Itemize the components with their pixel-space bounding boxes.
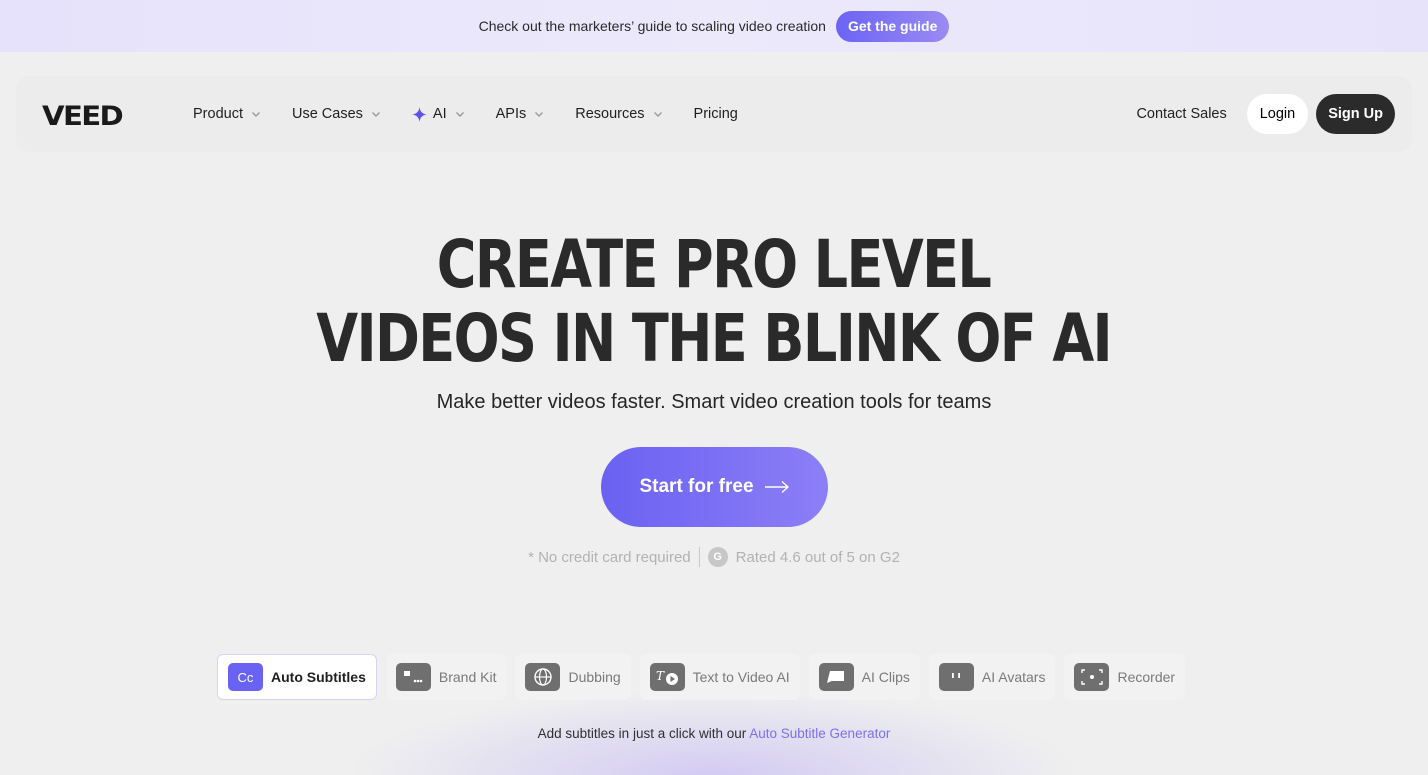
cc-icon: Cc — [228, 663, 263, 691]
tab-label: Dubbing — [568, 669, 621, 685]
contact-sales-link[interactable]: Contact Sales — [1136, 106, 1226, 122]
nav-item-label: Pricing — [693, 106, 738, 122]
tool-description: Add subtitles in just a click with our A… — [0, 726, 1428, 741]
rating-text: Rated 4.6 out of 5 on G2 — [735, 548, 900, 566]
tab-label: Brand Kit — [438, 669, 497, 685]
banner-text: Check out the marketers’ guide to scalin… — [478, 18, 826, 34]
login-button[interactable]: Login — [1246, 94, 1309, 134]
chevron-down-icon — [455, 112, 464, 117]
nav-item-label: Resources — [575, 106, 645, 122]
arrow-right-icon — [764, 480, 789, 494]
g2-icon: G — [707, 547, 728, 567]
tab-label: Text to Video AI — [692, 669, 790, 685]
cta-label: Start for free — [639, 476, 754, 497]
trust-line: * No credit card required G Rated 4.6 ou… — [0, 547, 1428, 567]
navbar: VEED Product Use Cases AI APIs Resources… — [16, 76, 1412, 152]
tab-label: Auto Subtitles — [271, 669, 366, 685]
tab-dubbing[interactable]: Dubbing — [515, 654, 631, 700]
divider — [698, 547, 700, 567]
hero-subtitle: Make better videos faster. Smart video c… — [436, 391, 992, 413]
promo-banner: Check out the marketers’ guide to scalin… — [0, 0, 1428, 52]
tab-text-to-video-ai[interactable]: T Text to Video AI — [639, 654, 800, 700]
sparkle-icon — [411, 106, 427, 122]
nav-item-use-cases[interactable]: Use Cases — [292, 106, 382, 122]
nav-item-label: Product — [193, 106, 243, 122]
tab-brand-kit[interactable]: Brand Kit — [385, 654, 507, 700]
tab-ai-clips[interactable]: AI Clips — [808, 654, 920, 700]
nav-links: Product Use Cases AI APIs Resources Pric… — [193, 76, 768, 152]
tool-description-text: Add subtitles in just a click with our — [537, 726, 747, 741]
tab-label: Recorder — [1117, 669, 1176, 685]
hero-title: CREATE PRO LEVEL VIDEOS IN THE BLINK OF … — [0, 228, 1428, 376]
nav-item-label: AI — [432, 106, 447, 122]
recorder-icon — [1074, 663, 1110, 691]
no-credit-card-note: * No credit card required — [528, 548, 691, 566]
chevron-down-icon — [371, 112, 380, 117]
nav-item-label: APIs — [495, 106, 527, 122]
globe-icon — [525, 663, 561, 691]
chevron-down-icon — [653, 112, 662, 117]
nav-item-product[interactable]: Product — [193, 106, 262, 122]
tab-label: AI Avatars — [981, 669, 1046, 685]
veed-logo[interactable]: VEED — [42, 101, 124, 132]
avatar-icon — [938, 663, 974, 691]
get-guide-button[interactable]: Get the guide — [835, 10, 950, 42]
chevron-down-icon — [251, 112, 260, 117]
brand-kit-icon — [395, 663, 431, 691]
sign-up-button[interactable]: Sign Up — [1316, 94, 1395, 134]
nav-actions: Contact Sales Login Sign Up — [1136, 76, 1395, 152]
tab-ai-avatars[interactable]: AI Avatars — [928, 654, 1056, 700]
start-for-free-button[interactable]: Start for free — [601, 447, 828, 527]
hero-title-line-1: CREATE PRO LEVEL — [437, 226, 992, 303]
chevron-down-icon — [535, 112, 544, 117]
nav-item-pricing[interactable]: Pricing — [694, 106, 738, 122]
nav-item-resources[interactable]: Resources — [575, 106, 663, 122]
hero-title-line-2: VIDEOS IN THE BLINK OF AI — [316, 300, 1113, 377]
svg-text:T: T — [656, 669, 665, 683]
text-to-video-icon: T — [649, 663, 685, 691]
tab-recorder[interactable]: Recorder — [1064, 654, 1186, 700]
nav-item-apis[interactable]: APIs — [496, 106, 546, 122]
tool-tabs: Cc Auto Subtitles Brand Kit Dubbing T Te… — [217, 654, 1186, 701]
tab-label: AI Clips — [861, 669, 910, 685]
auto-subtitle-generator-link[interactable]: Auto Subtitle Generator — [749, 726, 890, 741]
nav-item-ai[interactable]: AI — [411, 106, 466, 122]
nav-item-label: Use Cases — [291, 106, 363, 122]
tab-auto-subtitles[interactable]: Cc Auto Subtitles — [217, 654, 377, 700]
clips-icon — [818, 663, 854, 691]
